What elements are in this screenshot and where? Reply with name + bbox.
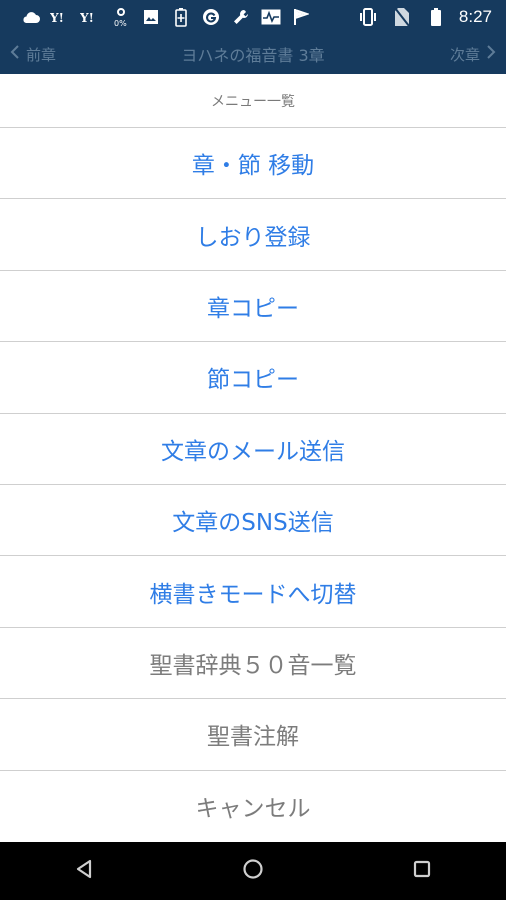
chapter-nav-bar: 前章 ヨハネの福音書 3章 次章 <box>0 34 506 74</box>
vibrate-icon <box>357 7 379 27</box>
menu-item-jump-chapter-verse[interactable]: 章・節 移動 <box>0 128 506 200</box>
home-icon <box>242 858 264 884</box>
menu-item-send-sns[interactable]: 文章のSNS送信 <box>0 485 506 557</box>
yahoo-icon: Y! <box>50 7 72 27</box>
svg-text:Y!: Y! <box>50 11 64 24</box>
status-bar-notifications: Y! Y! 0% <box>0 7 312 28</box>
next-chapter-button[interactable]: 次章 <box>450 44 506 65</box>
battery-saver-icon <box>170 7 192 27</box>
menu-item-add-bookmark[interactable]: しおり登録 <box>0 199 506 271</box>
chevron-right-icon <box>486 44 496 64</box>
system-nav-bar <box>0 842 506 900</box>
status-bar: Y! Y! 0% 8:27 <box>0 0 506 34</box>
clock: 8:27 <box>458 7 492 26</box>
menu-header: メニュー一覧 <box>0 74 506 128</box>
back-button[interactable] <box>54 846 114 896</box>
prev-chapter-label: 前章 <box>26 45 57 64</box>
status-bar-system: 8:27 <box>357 7 506 27</box>
battery-icon <box>425 7 447 27</box>
prev-chapter-button[interactable]: 前章 <box>0 44 56 65</box>
menu-item-copy-chapter[interactable]: 章コピー <box>0 271 506 343</box>
menu-item-copy-verse[interactable]: 節コピー <box>0 342 506 414</box>
menu-item-commentary[interactable]: 聖書注解 <box>0 699 506 771</box>
yahoo-icon: Y! <box>80 7 102 27</box>
chevron-left-icon <box>10 44 20 64</box>
page-title: ヨハネの福音書 3章 <box>181 46 325 65</box>
menu-action-sheet: メニュー一覧 章・節 移動 しおり登録 章コピー 節コピー 文章のメール送信 文… <box>0 74 506 842</box>
image-icon <box>140 7 162 27</box>
svg-text:Y!: Y! <box>80 11 94 24</box>
menu-item-horizontal-mode[interactable]: 横書きモードへ切替 <box>0 556 506 628</box>
wrench-icon <box>230 7 252 27</box>
no-sim-icon <box>391 7 413 27</box>
g-icon <box>200 7 222 27</box>
recents-button[interactable] <box>392 846 452 896</box>
home-button[interactable] <box>223 846 283 896</box>
pulse-icon <box>260 7 282 27</box>
menu-item-send-email[interactable]: 文章のメール送信 <box>0 414 506 485</box>
cancel-button[interactable]: キャンセル <box>0 771 506 842</box>
back-icon <box>75 859 93 883</box>
recents-icon <box>413 860 431 882</box>
weather-cloud-icon <box>20 7 42 27</box>
flag-icon <box>290 7 312 27</box>
data-saver-icon: 0% <box>110 7 132 28</box>
menu-item-dictionary-index[interactable]: 聖書辞典５０音一覧 <box>0 628 506 700</box>
svg-text:0%: 0% <box>114 19 127 28</box>
next-chapter-label: 次章 <box>449 45 480 64</box>
